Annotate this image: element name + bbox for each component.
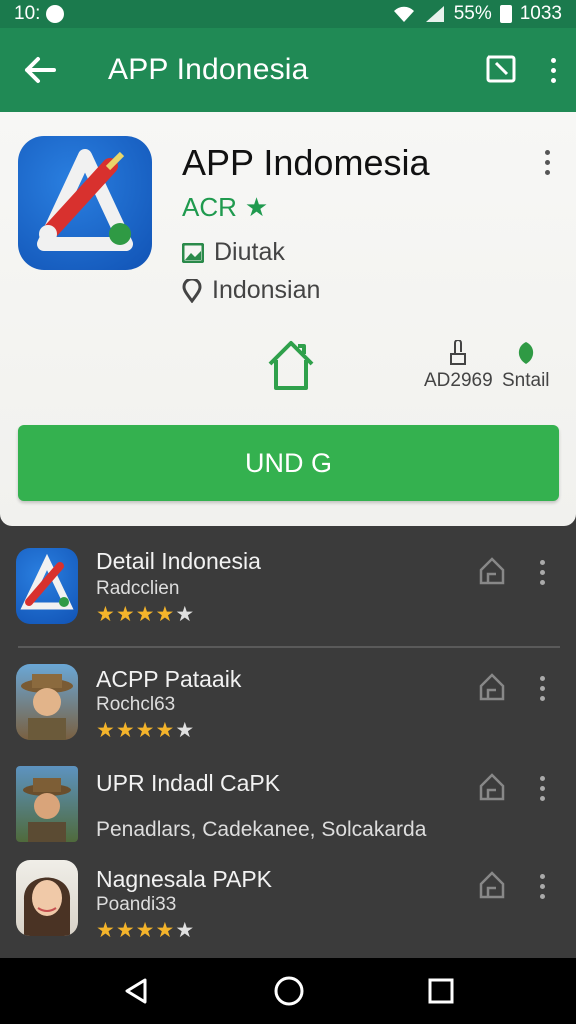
- star-icon: ★: [244, 192, 269, 222]
- location-pin-icon: [182, 278, 202, 303]
- list-item[interactable]: Detail Indonesia Radcclien ★★★★★: [0, 526, 576, 648]
- list-item-subtitle: Penadlars, Cadekanee, Solcakarda: [96, 818, 427, 841]
- list-item-title: Detail Indonesia: [96, 548, 261, 574]
- stat-rating-label: Sntail: [502, 370, 550, 391]
- list-item-icon: [16, 664, 78, 740]
- home-icon[interactable]: [478, 870, 506, 900]
- status-clock: 1033: [519, 3, 562, 24]
- status-bar: 10: 55% 1033: [0, 0, 576, 28]
- nav-back-icon[interactable]: [121, 976, 151, 1006]
- list-item[interactable]: ACPP Pataaik Rochcl63 ★★★★★: [0, 648, 576, 758]
- open-external-button[interactable]: [485, 52, 517, 89]
- app-icon: [18, 136, 152, 270]
- list-item[interactable]: UPR Indadl CaPK Penadlars, Cadekanee, So…: [0, 758, 576, 850]
- app-bar: APP Indonesia: [0, 28, 576, 112]
- list-item-subtitle: Rochcl63: [96, 694, 176, 715]
- list-item-subtitle: Poandi33: [96, 894, 177, 915]
- home-action-button[interactable]: [266, 338, 316, 397]
- stat-downloads-label: AD2969: [424, 370, 493, 391]
- list-item-icon: [16, 548, 78, 624]
- install-button[interactable]: UND G: [18, 425, 559, 501]
- category-row: Diutak: [182, 238, 285, 267]
- battery-icon: [499, 5, 512, 23]
- developer-link[interactable]: ACR ★: [182, 192, 268, 223]
- system-nav-bar: [0, 958, 576, 1024]
- overflow-menu-button[interactable]: [551, 57, 556, 83]
- related-apps-list: Detail Indonesia Radcclien ★★★★★ ACPP Pa…: [0, 526, 576, 958]
- status-time: 10:: [14, 3, 41, 24]
- home-icon[interactable]: [478, 772, 506, 802]
- open-external-icon: [486, 55, 516, 82]
- list-item-menu-button[interactable]: [540, 874, 545, 899]
- list-item-title: UPR Indadl CaPK: [96, 770, 281, 796]
- list-item-title: Nagnesala PAPK: [96, 866, 273, 892]
- stat-downloads: AD2969: [424, 340, 493, 392]
- location-row: Indonsian: [182, 276, 320, 305]
- battery-percent: 55%: [453, 3, 492, 24]
- list-item-icon: [16, 766, 78, 842]
- list-item-icon: [16, 860, 78, 936]
- stat-rating: Sntail: [502, 340, 550, 392]
- signal-icon: [425, 6, 444, 22]
- home-icon[interactable]: [478, 672, 506, 702]
- developer-name: ACR: [182, 192, 237, 222]
- list-item-menu-button[interactable]: [540, 560, 545, 585]
- app-bar-title: APP Indonesia: [108, 53, 309, 86]
- rating-stars: ★★★★★: [96, 719, 196, 742]
- list-item-menu-button[interactable]: [540, 676, 545, 701]
- rating-stars: ★★★★★: [96, 603, 196, 626]
- arrow-left-icon: [25, 57, 56, 83]
- list-item-title: ACPP Pataaik: [96, 666, 242, 692]
- image-icon: [182, 242, 204, 263]
- list-item-menu-button[interactable]: [540, 776, 545, 801]
- card-menu-button[interactable]: [545, 150, 550, 175]
- notification-icon: [46, 5, 65, 23]
- leaf-icon: [518, 342, 533, 364]
- list-item-subtitle: Radcclien: [96, 578, 180, 599]
- list-item[interactable]: Nagnesala PAPK Poandi33 ★★★★★: [0, 850, 576, 958]
- wifi-icon: [393, 6, 414, 22]
- app-title: APP Indomesia: [182, 142, 430, 183]
- nav-home-icon[interactable]: [273, 975, 305, 1007]
- category-label: Diutak: [214, 238, 285, 266]
- nav-recents-icon[interactable]: [427, 977, 455, 1005]
- home-icon: [268, 341, 314, 390]
- app-detail-card: APP Indomesia ACR ★ Diutak Indonsian AD2…: [0, 112, 576, 526]
- rating-stars: ★★★★★: [96, 919, 196, 942]
- home-icon[interactable]: [478, 556, 506, 586]
- touch-icon: [450, 340, 467, 365]
- back-button[interactable]: [0, 56, 80, 84]
- location-label: Indonsian: [212, 276, 321, 304]
